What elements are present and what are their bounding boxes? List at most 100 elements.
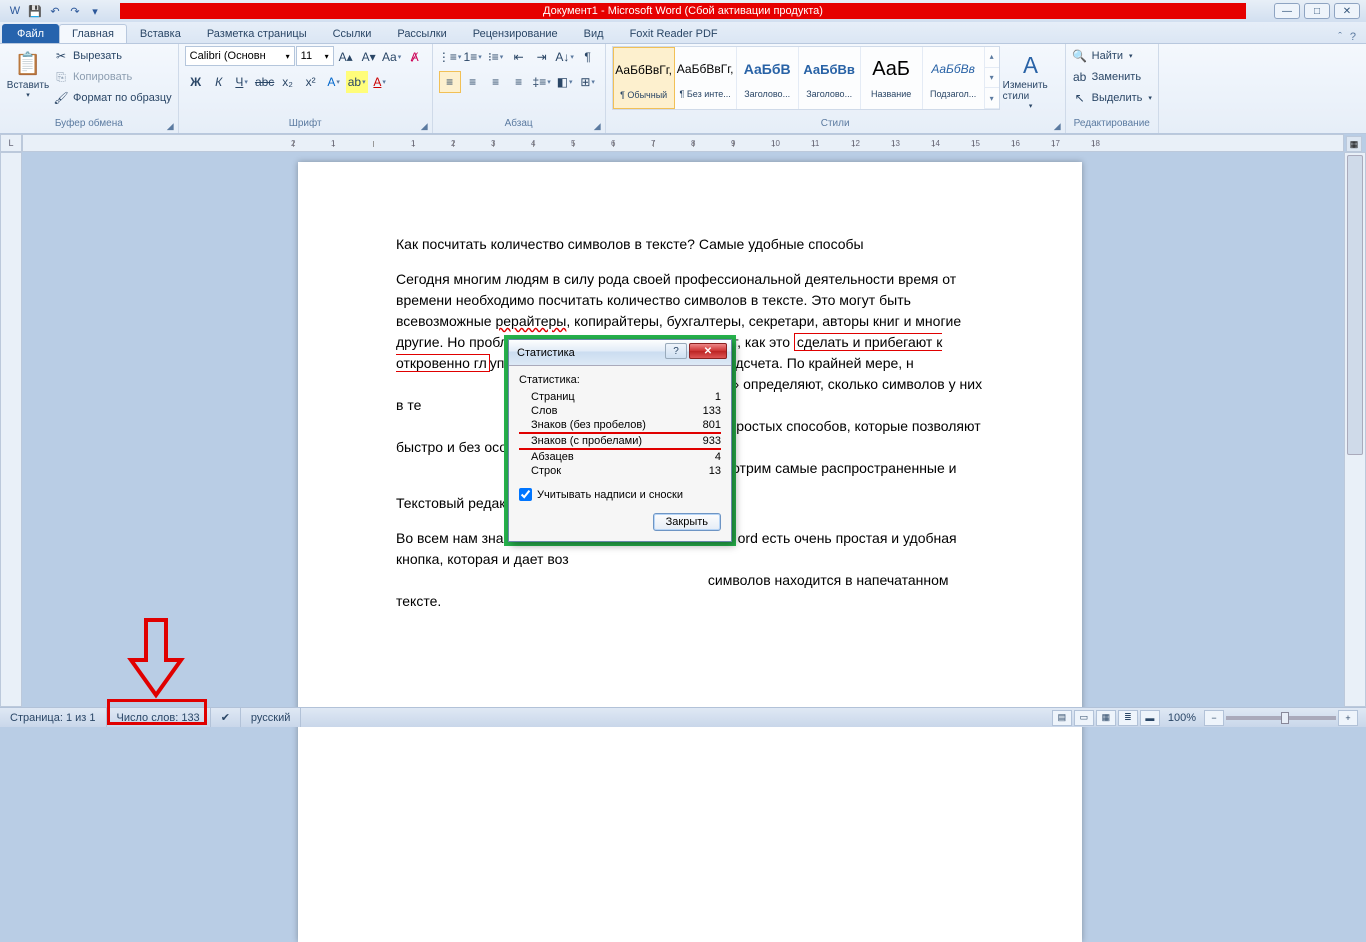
- change-case-button[interactable]: Aa: [381, 46, 403, 68]
- increase-indent-button[interactable]: ⇥: [531, 46, 553, 68]
- minimize-ribbon-button[interactable]: ˆ: [1338, 31, 1342, 43]
- change-styles-button[interactable]: Ａ Изменить стили▾: [1003, 46, 1059, 110]
- help-button[interactable]: ?: [1350, 31, 1356, 43]
- view-web-layout[interactable]: ▦: [1096, 710, 1116, 726]
- checkbox-input[interactable]: [519, 488, 532, 501]
- strike-button[interactable]: abc: [254, 71, 276, 93]
- justify-button[interactable]: ≡: [508, 71, 530, 93]
- status-language[interactable]: русский: [241, 708, 301, 727]
- stat-chars-with-spaces: Знаков (с пробелами)933: [519, 434, 721, 450]
- underline-button[interactable]: Ч: [231, 71, 253, 93]
- horizontal-ruler[interactable]: 21 1 23 45 67 89 1011 1213 1415 1617 18: [22, 134, 1344, 152]
- tab-references[interactable]: Ссылки: [320, 24, 385, 43]
- style-no-spacing[interactable]: АаБбВвГг,¶ Без инте...: [675, 47, 737, 109]
- dialog-close-ok-button[interactable]: Закрыть: [653, 513, 721, 531]
- redo-button[interactable]: ↷: [66, 2, 84, 20]
- align-left-button[interactable]: ≡: [439, 71, 461, 93]
- font-color-button[interactable]: A: [369, 71, 391, 93]
- select-button[interactable]: ↖Выделить▾: [1072, 88, 1152, 108]
- style-subtitle[interactable]: АаБбВвПодзагол...: [923, 47, 985, 109]
- multilevel-button[interactable]: ⁝≡: [485, 46, 507, 68]
- line-spacing-button[interactable]: ‡≡: [531, 71, 553, 93]
- find-button[interactable]: 🔍Найти▾: [1072, 46, 1133, 66]
- shading-button[interactable]: ◧: [554, 71, 576, 93]
- replace-button[interactable]: abЗаменить: [1072, 67, 1141, 87]
- tab-view[interactable]: Вид: [571, 24, 617, 43]
- sort-button[interactable]: A↓: [554, 46, 576, 68]
- decrease-indent-button[interactable]: ⇤: [508, 46, 530, 68]
- align-center-button[interactable]: ≡: [462, 71, 484, 93]
- align-right-button[interactable]: ≡: [485, 71, 507, 93]
- style-heading2[interactable]: АаБбВвЗаголово...: [799, 47, 861, 109]
- vertical-ruler[interactable]: [0, 152, 22, 707]
- document-page[interactable]: Как посчитать количество символов в текс…: [298, 162, 1082, 942]
- styles-launcher[interactable]: ◢: [1054, 119, 1061, 133]
- quick-access-toolbar: W 💾 ↶ ↷ ▾: [6, 2, 104, 20]
- scroll-thumb[interactable]: [1347, 155, 1363, 455]
- maximize-button[interactable]: □: [1304, 3, 1330, 19]
- tab-file[interactable]: Файл: [2, 24, 59, 43]
- style-heading1[interactable]: АаБбВЗаголово...: [737, 47, 799, 109]
- save-button[interactable]: 💾: [26, 2, 44, 20]
- borders-button[interactable]: ⊞: [577, 71, 599, 93]
- font-name-combo[interactable]: Calibri (Основн▾: [185, 46, 295, 66]
- dialog-help-button[interactable]: ?: [665, 343, 687, 359]
- ruler-toggle[interactable]: ▦: [1346, 136, 1362, 152]
- superscript-button[interactable]: x²: [300, 71, 322, 93]
- tab-selector[interactable]: L: [0, 134, 22, 152]
- font-launcher[interactable]: ◢: [421, 119, 428, 133]
- grow-font-button[interactable]: A▴: [335, 46, 357, 68]
- shrink-font-button[interactable]: A▾: [358, 46, 380, 68]
- tab-page-layout[interactable]: Разметка страницы: [194, 24, 320, 43]
- view-full-screen[interactable]: ▭: [1074, 710, 1094, 726]
- bold-button[interactable]: Ж: [185, 71, 207, 93]
- close-window-button[interactable]: ✕: [1334, 3, 1360, 19]
- bullets-button[interactable]: ⋮≡: [439, 46, 461, 68]
- copy-button[interactable]: ⎘Копировать: [53, 67, 172, 87]
- view-print-layout[interactable]: ▤: [1052, 710, 1072, 726]
- tab-home[interactable]: Главная: [59, 24, 127, 43]
- window-controls: — □ ✕: [1274, 3, 1366, 19]
- subscript-button[interactable]: x₂: [277, 71, 299, 93]
- font-size-combo[interactable]: 11▾: [296, 46, 334, 66]
- zoom-in-button[interactable]: +: [1338, 710, 1358, 726]
- dialog-titlebar[interactable]: Статистика ? ✕: [509, 340, 731, 366]
- zoom-slider[interactable]: [1226, 716, 1336, 720]
- clipboard-launcher[interactable]: ◢: [167, 119, 174, 133]
- vertical-scrollbar[interactable]: ▦: [1344, 152, 1366, 707]
- tab-insert[interactable]: Вставка: [127, 24, 194, 43]
- cut-button[interactable]: ✂Вырезать: [53, 46, 172, 66]
- group-font: Calibri (Основн▾ 11▾ A▴ A▾ Aa Ⱥ Ж К Ч ab…: [179, 44, 433, 133]
- zoom-level[interactable]: 100%: [1168, 712, 1196, 724]
- italic-button[interactable]: К: [208, 71, 230, 93]
- zoom-out-button[interactable]: −: [1204, 710, 1224, 726]
- stat-words: Слов133: [519, 404, 721, 418]
- format-painter-button[interactable]: 🖌Формат по образцу: [53, 88, 172, 108]
- paste-button[interactable]: 📋 Вставить▾: [6, 46, 50, 99]
- word-icon[interactable]: W: [6, 2, 24, 20]
- statistics-dialog: Статистика ? ✕ Статистика: Страниц1 Слов…: [508, 339, 732, 542]
- show-marks-button[interactable]: ¶: [577, 46, 599, 68]
- annotation-arrow: [126, 615, 186, 700]
- highlight-button[interactable]: ab: [346, 71, 368, 93]
- qat-more-button[interactable]: ▾: [86, 2, 104, 20]
- numbering-button[interactable]: 1≡: [462, 46, 484, 68]
- status-proofing[interactable]: ✔: [211, 708, 241, 727]
- clear-formatting-button[interactable]: Ⱥ: [404, 46, 426, 68]
- status-page[interactable]: Страница: 1 из 1: [0, 708, 107, 727]
- styles-gallery[interactable]: АаБбВвГг,¶ Обычный АаБбВвГг,¶ Без инте..…: [612, 46, 1000, 110]
- tab-review[interactable]: Рецензирование: [460, 24, 571, 43]
- tab-mailings[interactable]: Рассылки: [384, 24, 459, 43]
- minimize-button[interactable]: —: [1274, 3, 1300, 19]
- styles-more[interactable]: ▴▾▾: [985, 47, 999, 109]
- view-draft[interactable]: ▬: [1140, 710, 1160, 726]
- dialog-close-button[interactable]: ✕: [689, 343, 727, 359]
- style-title[interactable]: АаБНазвание: [861, 47, 923, 109]
- view-outline[interactable]: ≣: [1118, 710, 1138, 726]
- undo-button[interactable]: ↶: [46, 2, 64, 20]
- text-effects-button[interactable]: A: [323, 71, 345, 93]
- style-normal[interactable]: АаБбВвГг,¶ Обычный: [613, 47, 675, 109]
- include-footnotes-checkbox[interactable]: Учитывать надписи и сноски: [519, 488, 721, 501]
- tab-foxit[interactable]: Foxit Reader PDF: [617, 24, 731, 43]
- paragraph-launcher[interactable]: ◢: [594, 119, 601, 133]
